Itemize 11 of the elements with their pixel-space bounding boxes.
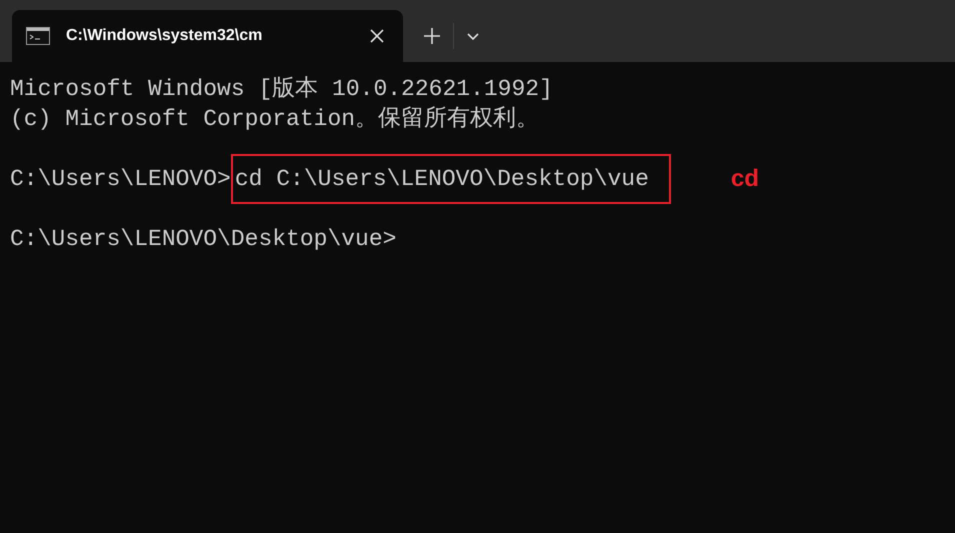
terminal-output: (c) Microsoft Corporation。保留所有权利。 [10,105,540,134]
annotation-label: cd [730,164,759,194]
chevron-down-icon [466,31,480,41]
terminal-output: Microsoft Windows [版本 10.0.22621.1992] [10,75,553,104]
command-prompt: C:\Users\LENOVO> [10,165,231,194]
tab-title: C:\Windows\system32\cm [66,27,264,45]
console-icon [26,27,50,45]
terminal-tab[interactable]: C:\Windows\system32\cm [12,10,403,62]
command-text: cd C:\Users\LENOVO\Desktop\vue [234,166,649,192]
close-icon [369,28,385,44]
command-prompt: C:\Users\LENOVO\Desktop\vue> [10,225,396,254]
